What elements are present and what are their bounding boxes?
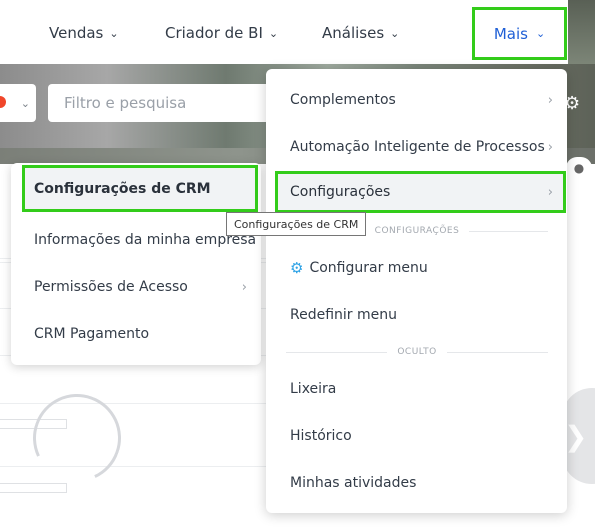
nav-criador-de-bi-label: Criador de BI — [165, 24, 263, 42]
menu-item-redefinir-menu[interactable]: Redefinir menu — [266, 292, 567, 338]
robot-icon[interactable]: ● — [566, 157, 592, 179]
filter-search-input[interactable] — [48, 84, 278, 122]
menu-item-label: Lixeira — [290, 381, 337, 397]
chevron-down-icon: ⌄ — [20, 96, 30, 110]
menu-item-label: Minhas atividades — [290, 475, 417, 491]
status-dot-icon — [0, 96, 6, 108]
submenu-item-crm-pagamento[interactable]: CRM Pagamento — [11, 311, 261, 357]
menu-item-label: Configurar menu — [309, 260, 428, 276]
submenu-item-configuracoes-crm[interactable]: Configurações de CRM — [22, 165, 258, 212]
mais-dropdown-menu: Complementos › Automação Inteligente de … — [266, 69, 567, 513]
chevron-down-icon: ⌄ — [109, 26, 119, 40]
chevron-right-icon: › — [547, 92, 553, 108]
view-selector-button[interactable]: ⌄ — [0, 84, 36, 122]
section-label-text: CONFIGURAÇÕES — [374, 226, 460, 236]
background-image-corner — [568, 0, 595, 64]
submenu-item-permissoes-acesso[interactable]: Permissões de Acesso › — [11, 264, 261, 310]
chevron-right-icon: › — [547, 184, 553, 200]
menu-item-label: Complementos — [290, 92, 396, 108]
section-label-oculto: OCULTO — [276, 347, 558, 357]
nav-mais[interactable]: Mais ⌄ — [472, 7, 567, 60]
submenu-item-informacoes-empresa[interactable]: Informações da minha empresa — [11, 217, 261, 263]
progress-placeholder — [0, 483, 67, 493]
chevron-down-icon: ⌄ — [268, 26, 279, 40]
menu-item-automacao[interactable]: Automação Inteligente de Processos › — [266, 124, 567, 170]
menu-item-label: Automação Inteligente de Processos — [290, 139, 545, 155]
section-label-text: OCULTO — [397, 347, 437, 357]
chevron-down-icon: ⌄ — [535, 27, 546, 40]
chevron-right-icon: › — [547, 139, 553, 155]
submenu-item-label: Informações da minha empresa — [34, 232, 257, 248]
menu-item-label: Histórico — [290, 428, 352, 444]
nav-analises[interactable]: Análises ⌄ — [322, 24, 399, 42]
gear-icon: ⚙ — [290, 259, 304, 277]
submenu-item-label: Configurações de CRM — [34, 180, 211, 197]
submenu-item-label: Permissões de Acesso — [34, 279, 188, 295]
nav-criador-de-bi[interactable]: Criador de BI ⌄ — [165, 24, 278, 42]
menu-item-minhas-atividades[interactable]: Minhas atividades — [266, 460, 567, 506]
nav-vendas[interactable]: Vendas ⌄ — [49, 24, 119, 42]
menu-item-complementos[interactable]: Complementos › — [266, 77, 567, 123]
loading-spinner-icon — [20, 381, 134, 495]
chevron-right-icon: › — [241, 279, 247, 295]
nav-analises-label: Análises — [322, 24, 385, 42]
tooltip: Configurações de CRM — [226, 212, 367, 236]
nav-mais-label: Mais — [493, 24, 528, 43]
menu-item-label: Redefinir menu — [290, 307, 397, 323]
menu-item-historico[interactable]: Histórico — [266, 413, 567, 459]
menu-item-lixeira[interactable]: Lixeira — [266, 366, 567, 412]
submenu-item-label: CRM Pagamento — [34, 326, 150, 342]
menu-item-label: Configurações — [290, 184, 391, 200]
menu-item-configurar-menu[interactable]: ⚙ Configurar menu — [266, 245, 567, 291]
tooltip-text: Configurações de CRM — [234, 217, 359, 231]
menu-item-configuracoes[interactable]: Configurações › — [275, 171, 566, 213]
chevron-down-icon: ⌄ — [390, 26, 400, 40]
nav-vendas-label: Vendas — [49, 24, 104, 42]
